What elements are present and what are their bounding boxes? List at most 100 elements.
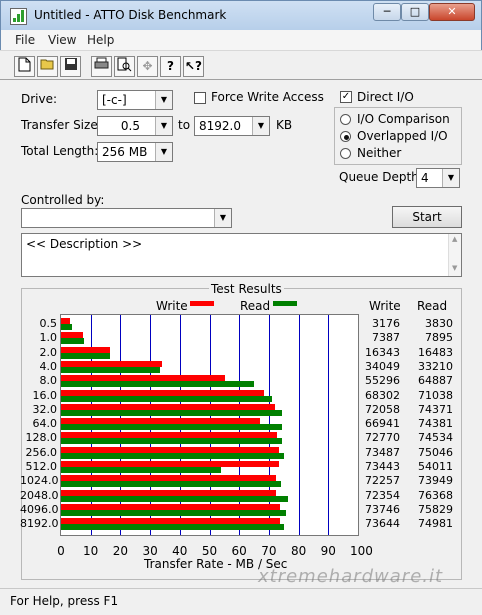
queue-depth-value: 4 bbox=[421, 171, 429, 185]
x-tick-label: 70 bbox=[261, 544, 277, 558]
chevron-down-icon: ▼ bbox=[214, 209, 231, 227]
write-value: 68302 bbox=[365, 388, 400, 402]
write-value: 73746 bbox=[365, 502, 400, 516]
x-tick-label: 60 bbox=[231, 544, 247, 558]
write-value: 72257 bbox=[365, 474, 400, 488]
queue-depth-label: Queue Depth: bbox=[339, 170, 423, 184]
write-value: 73487 bbox=[365, 445, 400, 459]
read-value: 74381 bbox=[418, 417, 453, 431]
read-value: 74371 bbox=[418, 402, 453, 416]
total-length-select[interactable]: 256 MB ▼ bbox=[97, 142, 173, 162]
read-bar bbox=[61, 366, 160, 373]
read-bar bbox=[61, 509, 287, 516]
write-value: 3176 bbox=[372, 317, 400, 330]
x-tick-label: 80 bbox=[290, 544, 307, 558]
close-button[interactable]: ✕ bbox=[429, 3, 475, 21]
transfer-to-value: 8192.0 bbox=[199, 119, 241, 133]
write-value: 72354 bbox=[365, 488, 400, 502]
read-value: 76368 bbox=[418, 488, 453, 502]
write-value: 7387 bbox=[372, 331, 400, 345]
y-category-label: 1024.0 bbox=[20, 474, 59, 488]
read-value: 75829 bbox=[418, 502, 453, 516]
description-text: << Description >> bbox=[26, 237, 143, 251]
overlapped-io-radio[interactable] bbox=[340, 131, 351, 142]
y-category-label: 32.0 bbox=[32, 402, 58, 416]
save-icon[interactable] bbox=[60, 56, 81, 77]
force-write-checkbox[interactable] bbox=[194, 92, 206, 104]
move-icon[interactable]: ✥ bbox=[137, 56, 158, 77]
read-bar bbox=[61, 467, 222, 473]
chevron-down-icon: ▼ bbox=[155, 143, 172, 161]
direct-io-checkbox[interactable]: ✓ bbox=[340, 91, 352, 103]
controlled-by-select[interactable]: ▼ bbox=[21, 208, 232, 228]
open-folder-icon[interactable] bbox=[37, 56, 58, 77]
new-document-icon[interactable] bbox=[14, 56, 35, 77]
x-tick-label: 50 bbox=[201, 544, 218, 558]
read-bar bbox=[61, 452, 284, 459]
neither-radio[interactable] bbox=[340, 148, 351, 159]
write-value: 73443 bbox=[365, 460, 400, 473]
x-tick-label: 40 bbox=[172, 544, 188, 558]
read-bar bbox=[61, 352, 110, 359]
print-icon[interactable] bbox=[91, 56, 112, 77]
read-value: 3830 bbox=[425, 317, 453, 330]
write-value: 16343 bbox=[365, 345, 400, 359]
chevron-down-icon: ▼ bbox=[155, 91, 172, 109]
transfer-from-select[interactable]: 0.5 ▼ bbox=[97, 116, 173, 136]
drive-select[interactable]: [-c-] ▼ bbox=[97, 90, 173, 110]
chevron-down-icon: ▼ bbox=[155, 117, 172, 135]
transfer-to-select[interactable]: 8192.0 ▼ bbox=[194, 116, 270, 136]
minimize-button[interactable]: ─ bbox=[373, 3, 401, 21]
read-bar bbox=[61, 409, 282, 416]
description-scrollbar[interactable]: ▲ ▼ bbox=[448, 234, 461, 276]
read-value: 64887 bbox=[418, 374, 453, 388]
legend-read-swatch bbox=[273, 301, 297, 306]
read-value: 54011 bbox=[418, 460, 453, 473]
x-tick-label: 10 bbox=[83, 544, 99, 558]
total-length-label: Total Length: bbox=[21, 144, 99, 158]
y-category-label: 512.0 bbox=[25, 460, 58, 473]
read-value: 71038 bbox=[418, 388, 453, 402]
read-bar bbox=[61, 338, 85, 345]
y-category-label: 8192.0 bbox=[20, 517, 59, 531]
read-value: 33210 bbox=[418, 359, 453, 373]
y-category-label: 64.0 bbox=[32, 417, 58, 431]
maximize-button[interactable]: □ bbox=[401, 3, 429, 21]
x-tick-label: 20 bbox=[112, 544, 129, 558]
help-icon[interactable]: ? bbox=[160, 56, 181, 77]
legend-read-label: Read bbox=[240, 299, 271, 313]
scroll-down-icon: ▼ bbox=[452, 264, 458, 272]
write-value: 72058 bbox=[365, 402, 400, 416]
drive-label: Drive: bbox=[21, 92, 58, 106]
menu-file[interactable]: File bbox=[15, 33, 35, 47]
transfer-from-value: 0.5 bbox=[120, 119, 140, 133]
status-bar: For Help, press F1 bbox=[0, 588, 482, 615]
io-comparison-radio[interactable] bbox=[340, 114, 351, 125]
description-field[interactable]: << Description >> ▲ ▼ bbox=[21, 233, 462, 277]
y-category-label: 8.0 bbox=[39, 374, 58, 388]
write-value: 73644 bbox=[365, 517, 400, 531]
read-value: 73949 bbox=[418, 474, 453, 488]
status-text: For Help, press F1 bbox=[10, 594, 119, 608]
x-tick-label: 0 bbox=[57, 544, 65, 558]
menu-help[interactable]: Help bbox=[87, 33, 114, 47]
x-tick-label: 90 bbox=[320, 544, 336, 558]
start-button[interactable]: Start bbox=[392, 206, 462, 228]
column-write-header: Write bbox=[369, 299, 401, 313]
queue-depth-select[interactable]: 4 ▼ bbox=[416, 168, 460, 188]
neither-label: Neither bbox=[357, 146, 402, 160]
write-value: 72770 bbox=[365, 431, 400, 445]
menu-view[interactable]: View bbox=[48, 33, 76, 47]
grid-line bbox=[298, 315, 300, 535]
watermark: xtremehardware.it bbox=[258, 566, 444, 587]
read-value: 74981 bbox=[418, 517, 453, 531]
y-category-label: 16.0 bbox=[32, 388, 58, 402]
total-length-value: 256 MB bbox=[102, 145, 148, 159]
io-comparison-label: I/O Comparison bbox=[357, 112, 450, 126]
context-help-icon[interactable]: ↖? bbox=[183, 56, 204, 77]
print-preview-icon[interactable] bbox=[114, 56, 135, 77]
y-category-label: 1.0 bbox=[39, 331, 58, 345]
y-category-label: 128.0 bbox=[25, 431, 58, 445]
chevron-down-icon: ▼ bbox=[252, 117, 269, 135]
y-category-label: 4.0 bbox=[39, 359, 58, 373]
